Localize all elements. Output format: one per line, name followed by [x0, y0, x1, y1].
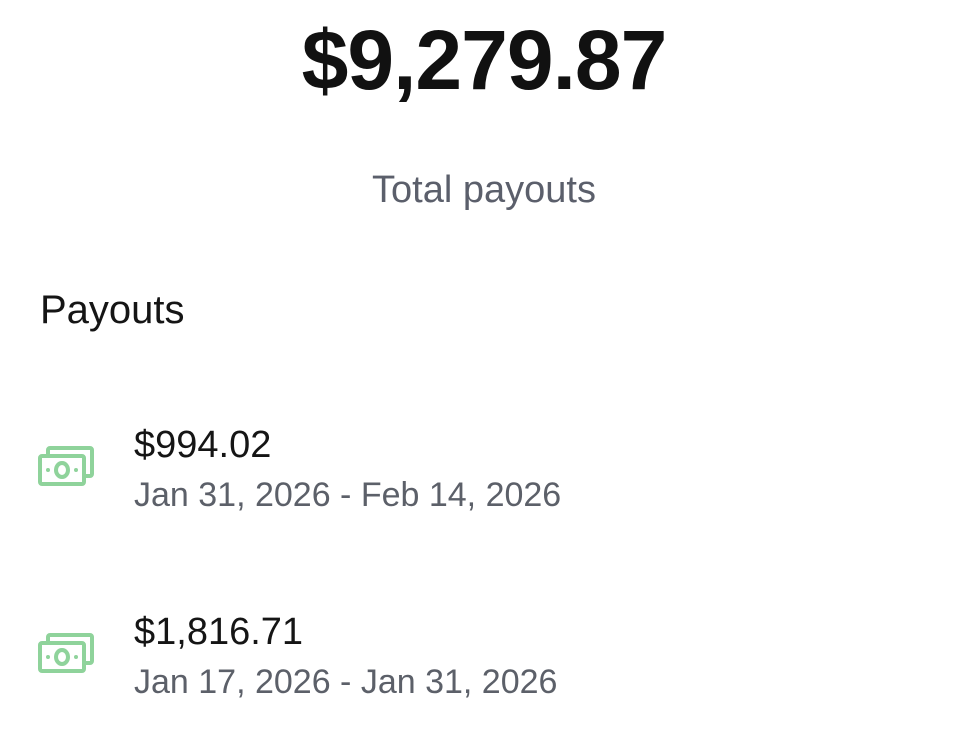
cash-icon — [38, 446, 94, 486]
total-payouts-amount: $9,279.87 — [301, 13, 668, 107]
payout-date-range: Jan 31, 2026 - Feb 14, 2026 — [134, 476, 562, 514]
cash-icon — [38, 633, 94, 673]
payout-list-item[interactable]: $1,816.71 Jan 17, 2026 - Jan 31, 2026 — [0, 605, 968, 715]
payout-amount: $1,816.71 — [134, 611, 304, 653]
payouts-section-title: Payouts — [40, 288, 185, 332]
payout-amount: $994.02 — [134, 424, 272, 466]
total-payouts-label: Total payouts — [372, 169, 596, 211]
payout-list-item[interactable]: $994.02 Jan 31, 2026 - Feb 14, 2026 — [0, 418, 968, 528]
payout-date-range: Jan 17, 2026 - Jan 31, 2026 — [134, 663, 558, 701]
